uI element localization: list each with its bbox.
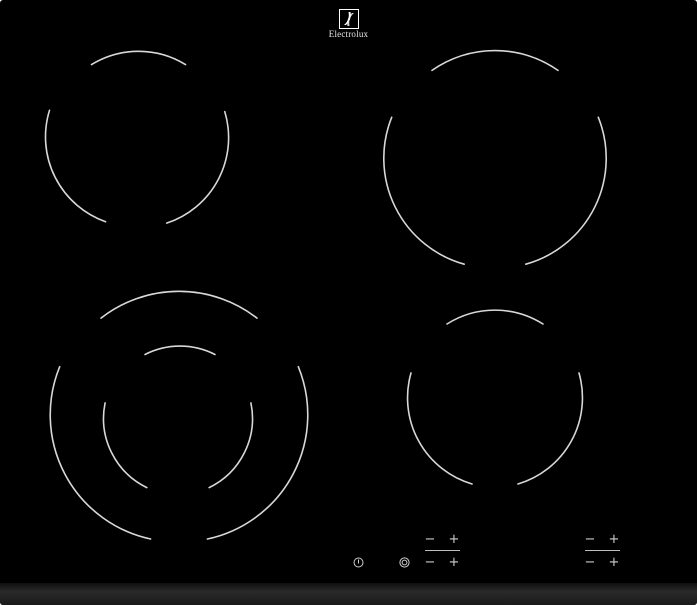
cooking-zones xyxy=(44,49,608,540)
brand: Electrolux xyxy=(0,9,697,39)
zone-front-right-plus-button[interactable]: + xyxy=(607,556,621,569)
zone-front-left-plus-button[interactable]: + xyxy=(447,556,461,569)
electrolux-logo-icon xyxy=(338,9,359,29)
zone-rear-left[interactable] xyxy=(44,50,230,224)
power-icon[interactable] xyxy=(353,557,364,568)
zone-front-left-minus-button[interactable]: − xyxy=(423,556,437,569)
front-edge-strip xyxy=(0,583,697,605)
divider xyxy=(425,550,460,551)
divider xyxy=(585,550,620,551)
zone-front-left-inner[interactable] xyxy=(102,345,254,489)
zone-front-right[interactable] xyxy=(406,309,584,485)
zone-front-right-minus-button[interactable]: − xyxy=(583,556,597,569)
dual-zone-icon[interactable] xyxy=(399,557,410,568)
zone-front-left-outer[interactable] xyxy=(49,290,309,540)
zone-rear-right-plus-button[interactable]: + xyxy=(607,533,621,546)
brand-name: Electrolux xyxy=(328,29,369,39)
ceramic-hob: Electrolux − + − + − + − + xyxy=(0,0,697,605)
zone-rear-right[interactable] xyxy=(382,49,608,265)
zone-rear-right-minus-button[interactable]: − xyxy=(583,533,597,546)
zone-rear-left-plus-button[interactable]: + xyxy=(447,533,461,546)
zone-rear-left-minus-button[interactable]: − xyxy=(423,533,437,546)
